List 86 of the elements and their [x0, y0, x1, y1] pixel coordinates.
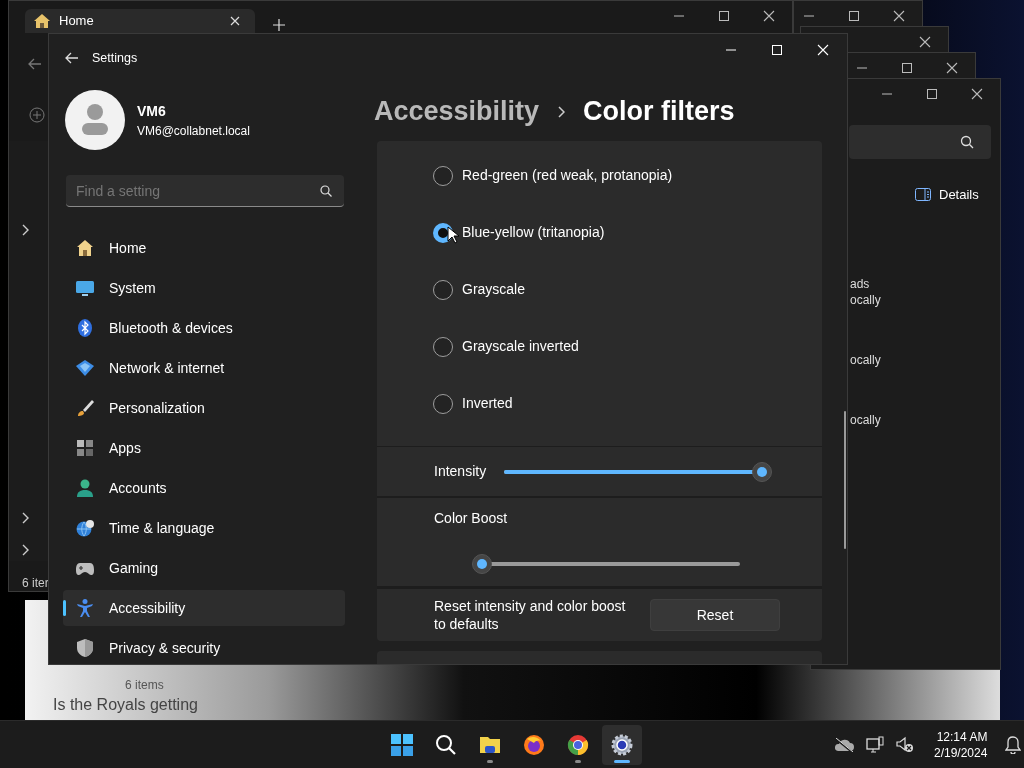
monitor-icon — [76, 279, 94, 297]
radio-button[interactable] — [433, 336, 453, 357]
gear-icon — [611, 734, 633, 756]
person-icon — [76, 479, 94, 497]
file-name-text: ocally — [850, 412, 881, 429]
details-button[interactable]: Details — [915, 185, 979, 205]
file-name-text: ocally — [850, 352, 881, 369]
file-name-text: ocally — [850, 292, 881, 309]
monitor-network-icon[interactable] — [866, 736, 884, 754]
radio-option[interactable]: Grayscale inverted — [433, 318, 822, 375]
globe-clock-icon — [76, 519, 94, 537]
search-field[interactable]: Find a setting — [66, 175, 344, 207]
chevron-icon[interactable] — [21, 224, 29, 236]
cloud-off-icon[interactable] — [834, 738, 854, 752]
radio-option[interactable]: Grayscale — [433, 261, 822, 318]
nav-item[interactable]: Bluetooth & devices — [63, 310, 345, 346]
home-icon — [33, 13, 51, 29]
radio-button[interactable] — [433, 279, 453, 300]
radio-option[interactable]: Inverted — [433, 375, 822, 432]
nav-item[interactable]: Accessibility — [63, 590, 345, 626]
nav-item[interactable]: Apps — [63, 430, 345, 466]
folder-icon — [479, 734, 501, 756]
close-icon[interactable] — [946, 62, 958, 74]
search-icon — [320, 185, 332, 197]
chevron-icon — [557, 105, 566, 118]
close-icon[interactable] — [230, 16, 240, 26]
apps-icon — [76, 439, 94, 457]
nav-item[interactable]: System — [63, 270, 345, 306]
chrome-icon — [567, 734, 589, 756]
bell-icon[interactable] — [1005, 736, 1022, 754]
search-icon — [435, 734, 457, 756]
brush-icon — [76, 399, 94, 417]
browser-tab[interactable]: Home — [25, 9, 255, 33]
firefox-icon — [523, 734, 545, 756]
taskbar-app[interactable] — [602, 725, 642, 765]
add-circle-icon[interactable] — [29, 107, 45, 123]
close-icon[interactable] — [763, 10, 775, 22]
setting-description: Reset intensity and color boost to defaults — [434, 597, 627, 633]
file-name-text: ads — [850, 276, 870, 293]
slider-thumb[interactable] — [752, 461, 773, 482]
chevron-icon[interactable] — [21, 544, 29, 556]
maximize-icon[interactable] — [848, 10, 860, 22]
nav-item[interactable]: Gaming — [63, 550, 345, 586]
status-text: 6 iter — [22, 575, 49, 592]
avatar-icon — [65, 90, 125, 150]
nav-item[interactable]: Time & language — [63, 510, 345, 546]
nav-item[interactable]: Personalization — [63, 390, 345, 426]
radio-button[interactable] — [433, 393, 453, 414]
radio-button[interactable] — [433, 165, 453, 186]
close-icon[interactable] — [919, 36, 931, 48]
scrollbar[interactable] — [844, 411, 846, 549]
speaker-muted-icon[interactable] — [896, 736, 914, 754]
nav-item[interactable]: Home — [63, 230, 345, 266]
cursor-icon — [447, 226, 459, 244]
caption-text: Is the Royals getting — [53, 695, 198, 715]
close-icon[interactable] — [893, 10, 905, 22]
setting-label: Color Boost — [434, 509, 509, 528]
bluetooth-icon — [76, 319, 94, 337]
account-email: VM6@collabnet.local — [137, 122, 250, 140]
account-name: VM6 — [137, 101, 167, 121]
maximize-icon[interactable] — [718, 10, 730, 22]
shield-icon — [76, 639, 94, 657]
wifi-icon — [76, 359, 94, 377]
nav-item[interactable]: Privacy & security — [63, 630, 345, 664]
page-title: Color filters — [583, 95, 735, 129]
panel-icon — [915, 188, 931, 202]
home-icon — [76, 239, 94, 257]
close-icon[interactable] — [971, 88, 983, 100]
status-text: 6 items — [125, 677, 164, 694]
radio-option[interactable]: Red-green (red weak, protanopia) — [433, 147, 822, 204]
nav-item[interactable]: Accounts — [63, 470, 345, 506]
chevron-icon[interactable] — [21, 512, 29, 524]
maximize-icon[interactable] — [901, 62, 913, 74]
reset-button[interactable]: Reset — [650, 599, 780, 631]
slider-thumb[interactable] — [472, 554, 492, 574]
accessibility-icon — [76, 599, 94, 617]
search-icon — [960, 135, 974, 149]
setting-label: Intensity — [434, 462, 487, 481]
windows-icon — [391, 734, 413, 756]
search-field[interactable] — [849, 125, 991, 159]
breadcrumb-parent[interactable]: Accessibility — [374, 91, 540, 132]
add-icon[interactable] — [273, 19, 285, 31]
nav-item[interactable]: Network & internet — [63, 350, 345, 386]
maximize-icon[interactable] — [926, 88, 938, 100]
clock[interactable]: 12:14 AM 2/19/2024 — [934, 729, 988, 761]
window-title: Settings — [92, 49, 138, 67]
